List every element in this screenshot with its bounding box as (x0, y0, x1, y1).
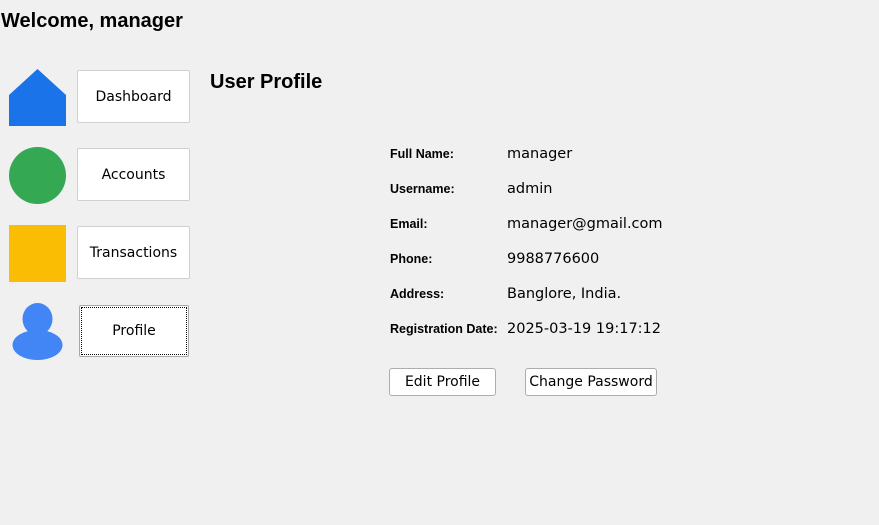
nav-dashboard-button[interactable]: Dashboard (77, 70, 190, 123)
phone-label: Phone: (390, 252, 433, 266)
nav-accounts-button[interactable]: Accounts (77, 148, 190, 201)
user-icon (12, 303, 63, 360)
registration-date-value: 2025-03-19 19:17:12 (507, 321, 661, 337)
welcome-heading: Welcome, manager (1, 10, 183, 32)
circle-icon (9, 147, 66, 204)
email-value: manager@gmail.com (507, 216, 663, 232)
username-value: admin (507, 181, 553, 197)
square-icon (9, 225, 66, 282)
username-label: Username: (390, 182, 455, 196)
address-label: Address: (390, 287, 445, 301)
full-name-value: manager (507, 146, 573, 162)
nav-transactions-button[interactable]: Transactions (77, 226, 190, 279)
change-password-button[interactable]: Change Password (525, 368, 657, 396)
full-name-label: Full Name: (390, 147, 454, 161)
page-title: User Profile (210, 71, 323, 93)
home-icon (9, 69, 66, 126)
address-value: Banglore, India. (507, 286, 622, 302)
registration-date-label: Registration Date: (390, 322, 498, 336)
phone-value: 9988776600 (507, 251, 600, 267)
edit-profile-button[interactable]: Edit Profile (389, 368, 496, 396)
email-label: Email: (390, 217, 428, 231)
nav-profile-button[interactable]: Profile (79, 305, 189, 357)
